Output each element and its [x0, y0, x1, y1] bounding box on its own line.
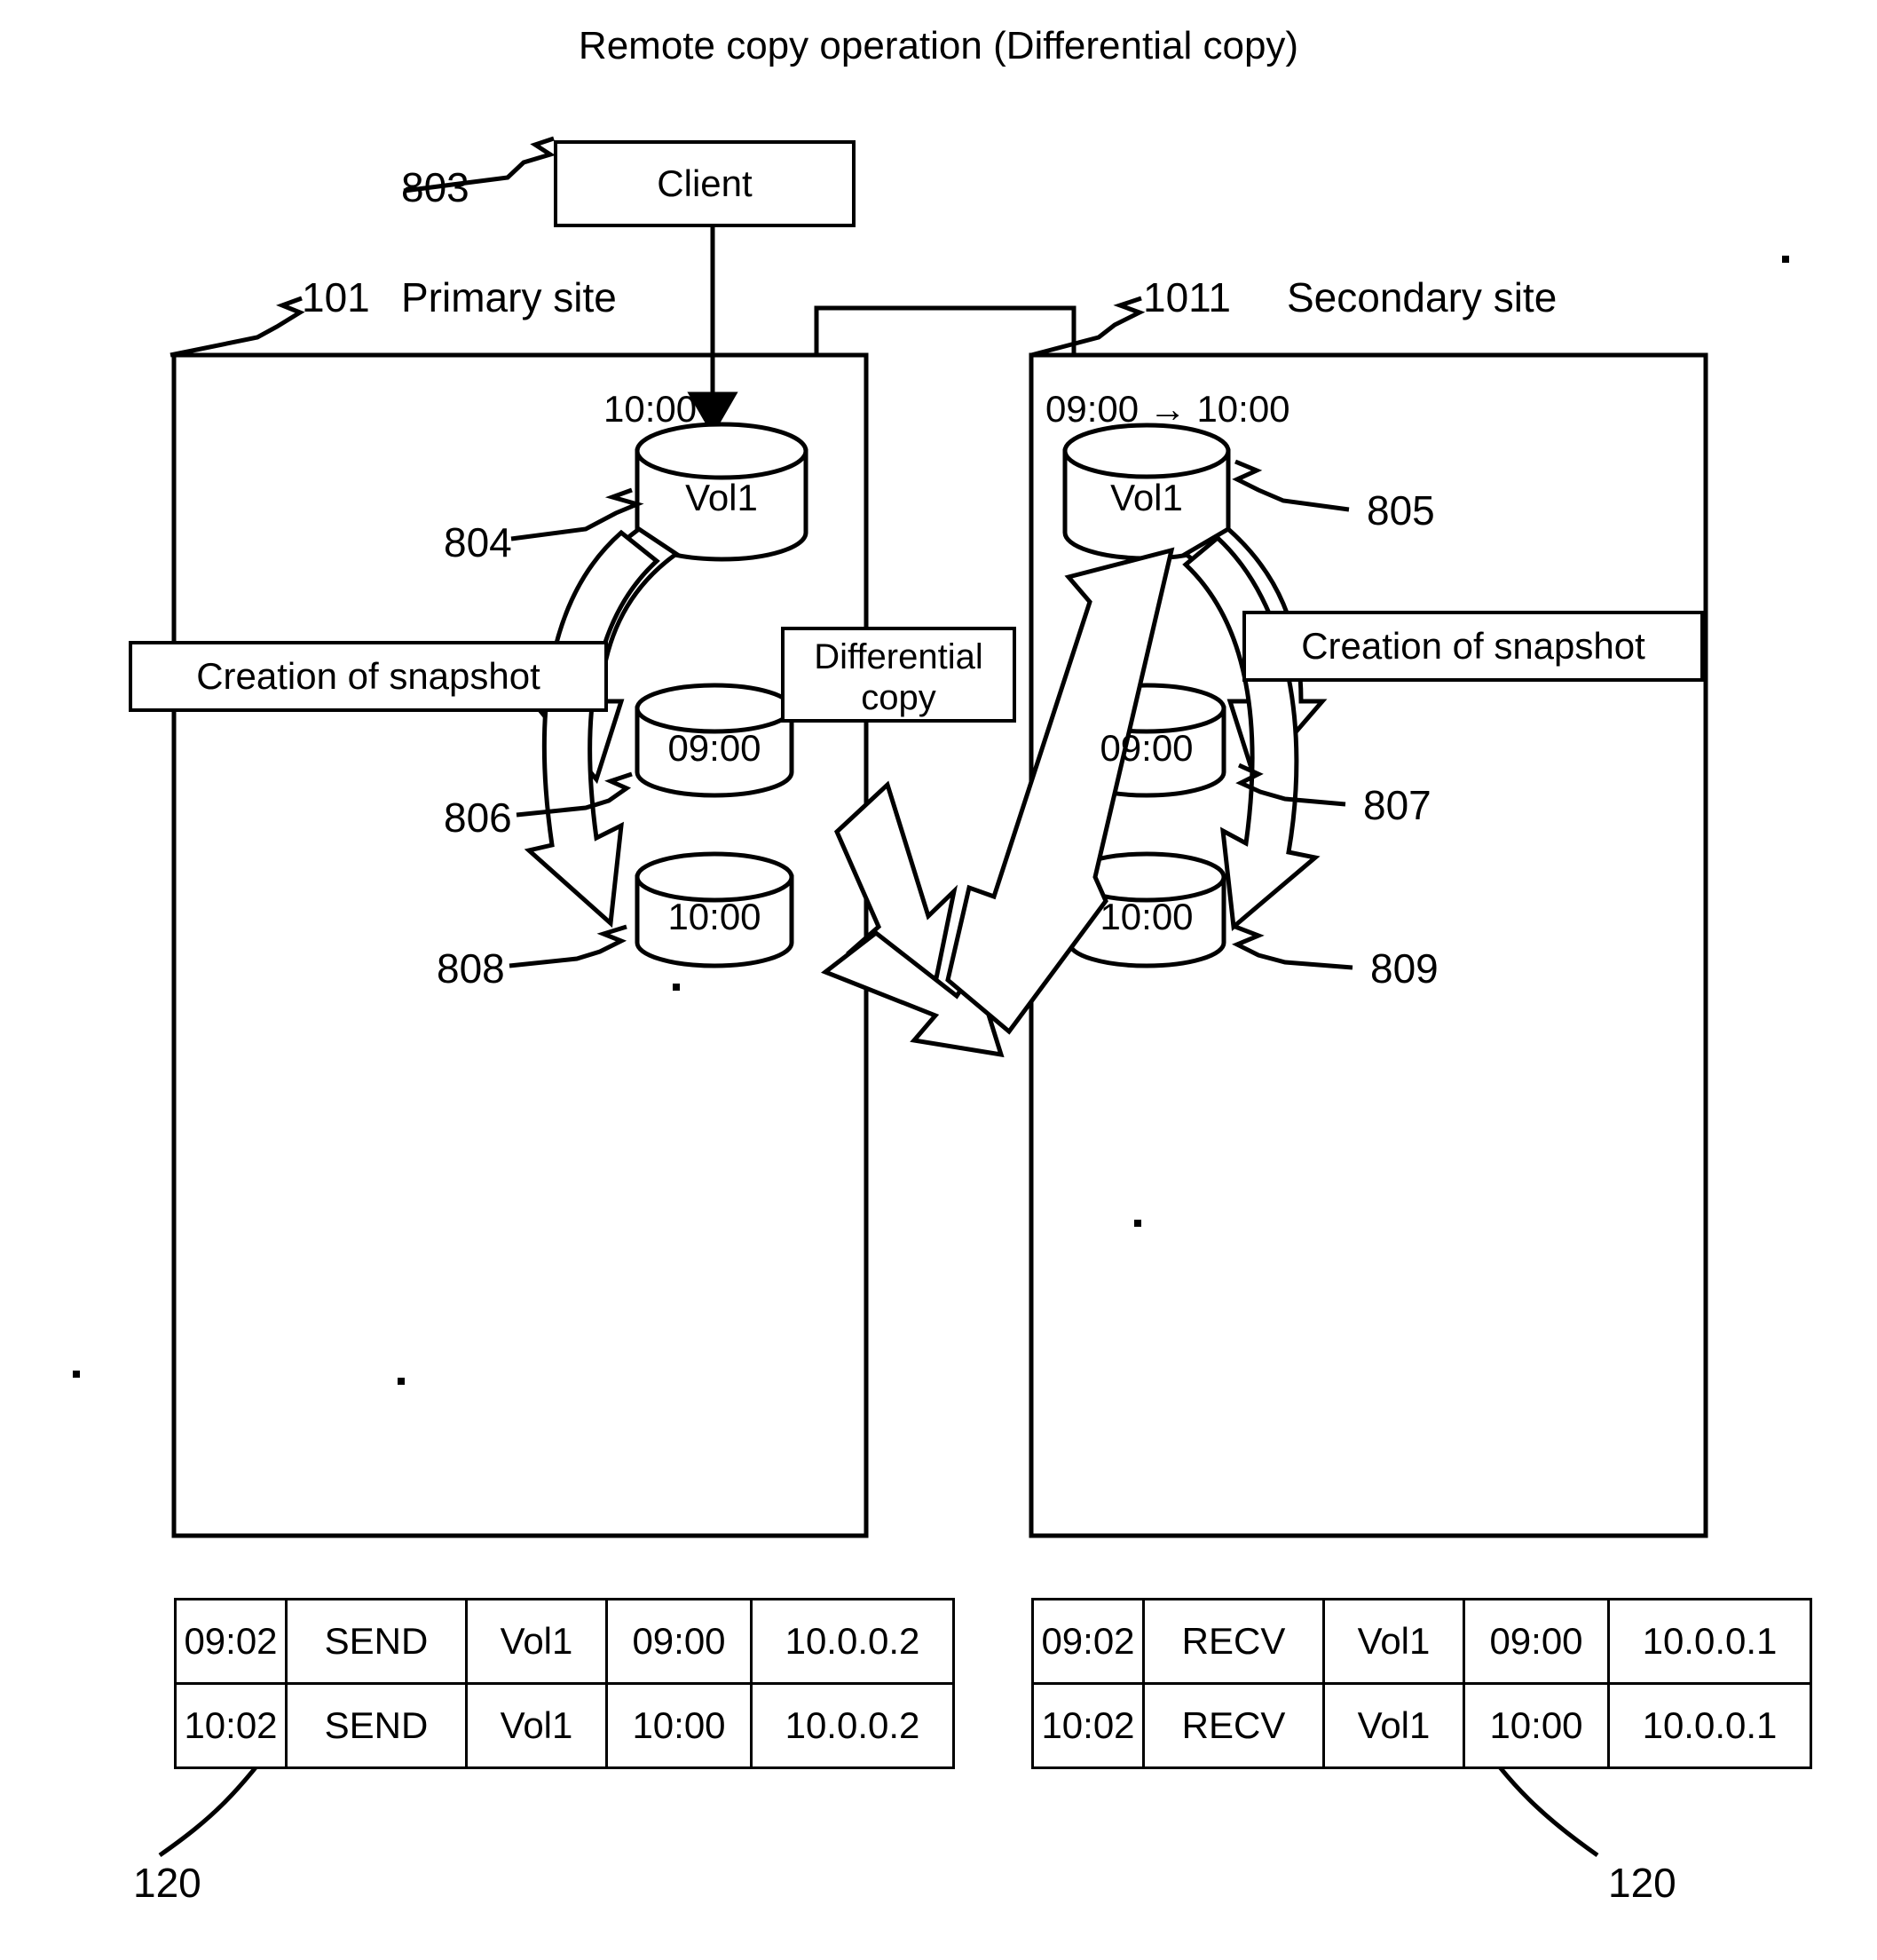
primary-site-frame	[171, 352, 869, 1538]
leader-806	[516, 771, 633, 818]
client-box[interactable]: Client	[554, 140, 856, 227]
cell-volume: Vol1	[465, 1682, 608, 1769]
secondary-site-name: Secondary site	[1287, 274, 1558, 320]
leader-809	[1231, 924, 1353, 970]
ref-803: 803	[401, 164, 469, 210]
cell-op: SEND	[285, 1682, 468, 1769]
secondary-snapshot-1000-label: 10:00	[1100, 896, 1194, 937]
primary-log-table: 09:02 SEND Vol1 09:00 10.0.0.2 10:02 SEN…	[174, 1598, 955, 1769]
leader-101	[170, 296, 305, 358]
leader-805	[1232, 459, 1350, 512]
table-row: 10:02 RECV Vol1 10:00 10.0.0.1	[1031, 1682, 1812, 1769]
cell-time: 10:02	[1031, 1682, 1145, 1769]
scan-artifact-dot	[73, 1371, 80, 1378]
cell-volume: Vol1	[1322, 1598, 1465, 1685]
secondary-snapshot-0900-label: 09:00	[1100, 727, 1194, 769]
differential-copy-arrow-to-secondary	[945, 547, 1175, 1035]
cell-op: RECV	[1142, 1598, 1325, 1685]
scan-artifact-dot	[1782, 256, 1789, 263]
secondary-creation-of-snapshot-label: Creation of snapshot	[1301, 625, 1645, 667]
cell-op: RECV	[1142, 1682, 1325, 1769]
primary-creation-of-snapshot-box[interactable]: Creation of snapshot	[129, 641, 608, 712]
cell-address: 10.0.0.2	[750, 1598, 955, 1685]
cell-volume: Vol1	[1322, 1682, 1465, 1769]
primary-snapshot-0900-label: 09:00	[667, 727, 761, 769]
secondary-log-table: 09:02 RECV Vol1 09:00 10.0.0.1 10:02 REC…	[1031, 1598, 1812, 1769]
leader-804	[510, 487, 644, 541]
figure-canvas: Remote copy operation (Differential copy…	[0, 0, 1877, 1960]
leader-1011	[1030, 296, 1146, 358]
differential-copy-line1: Differential	[814, 637, 983, 676]
table-row: 09:02 RECV Vol1 09:00 10.0.0.1	[1031, 1598, 1812, 1685]
secondary-snapshot-1000-top	[1067, 851, 1226, 903]
cell-address: 10.0.0.1	[1607, 1682, 1812, 1769]
primary-snapshot-1000-top	[635, 851, 794, 903]
ref-809: 809	[1370, 945, 1439, 992]
site-link-connector	[814, 305, 1077, 355]
ref-101: 101	[302, 274, 370, 320]
secondary-volume-name: Vol1	[1110, 477, 1183, 518]
cell-snapshot: 10:00	[605, 1682, 753, 1769]
client-label: Client	[657, 162, 753, 204]
leader-808	[509, 924, 627, 968]
ref-806: 806	[444, 794, 512, 841]
ref-808: 808	[437, 945, 505, 992]
differential-copy-line2: copy	[861, 678, 936, 717]
cell-snapshot: 10:00	[1463, 1682, 1610, 1769]
cell-time: 09:02	[174, 1598, 288, 1685]
cell-address: 10.0.0.1	[1607, 1598, 1812, 1685]
cell-snapshot: 09:00	[605, 1598, 753, 1685]
ref-120-right: 120	[1608, 1860, 1676, 1906]
cell-snapshot: 09:00	[1463, 1598, 1610, 1685]
ref-1011: 1011	[1143, 274, 1231, 320]
cell-op: SEND	[285, 1598, 468, 1685]
secondary-volume-time: 09:00 → 10:00	[1045, 388, 1290, 430]
leader-807	[1235, 763, 1346, 807]
table-row: 10:02 SEND Vol1 10:00 10.0.0.2	[174, 1682, 955, 1769]
ref-805: 805	[1367, 487, 1435, 533]
ref-120-left: 120	[133, 1860, 201, 1906]
secondary-log-body: 09:02 RECV Vol1 09:00 10.0.0.1 10:02 REC…	[1031, 1598, 1812, 1769]
secondary-snapshot-0900-top	[1067, 683, 1226, 734]
primary-log-body: 09:02 SEND Vol1 09:00 10.0.0.2 10:02 SEN…	[174, 1598, 955, 1769]
primary-volume-cylinder-top	[635, 422, 808, 480]
cell-address: 10.0.0.2	[750, 1682, 955, 1769]
primary-volume-time: 10:00	[603, 388, 698, 430]
cell-time: 09:02	[1031, 1598, 1145, 1685]
scan-artifact-dot	[398, 1378, 405, 1385]
primary-snapshot-1000-label: 10:00	[667, 896, 761, 937]
primary-snapshot-arrow-1000	[524, 529, 660, 929]
table-row: 09:02 SEND Vol1 09:00 10.0.0.2	[174, 1598, 955, 1685]
primary-volume-name: Vol1	[685, 477, 758, 518]
page-title: Remote copy operation (Differential copy…	[578, 24, 1299, 67]
scan-artifact-dot	[1134, 1220, 1141, 1227]
differential-copy-box[interactable]: Differential copy	[781, 627, 1016, 723]
cell-volume: Vol1	[465, 1598, 608, 1685]
primary-site-name: Primary site	[401, 274, 617, 320]
scan-artifact-dot	[673, 984, 680, 991]
ref-804: 804	[444, 519, 512, 565]
primary-snapshot-0900-top	[635, 683, 794, 734]
secondary-creation-of-snapshot-box[interactable]: Creation of snapshot	[1242, 611, 1704, 682]
differential-copy-arrow-up	[820, 929, 1005, 1058]
differential-copy-arrow-down	[833, 780, 958, 982]
ref-807: 807	[1363, 782, 1431, 828]
primary-creation-of-snapshot-label: Creation of snapshot	[196, 655, 540, 697]
secondary-volume-cylinder-top	[1062, 423, 1231, 479]
cell-time: 10:02	[174, 1682, 288, 1769]
